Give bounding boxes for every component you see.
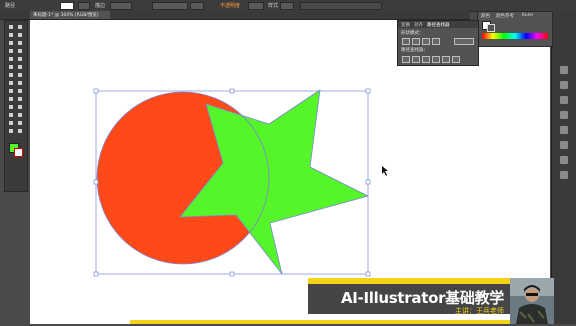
free-transform-tool-icon[interactable] [17, 80, 23, 86]
shape-builder-tool-icon[interactable] [8, 88, 14, 94]
tab-align[interactable]: 对齐 [414, 22, 423, 28]
eraser-tool-icon[interactable] [17, 64, 23, 70]
crop-button[interactable] [432, 56, 440, 63]
pathfinder-panel-header: 变换 对齐 路径查找器 [398, 21, 478, 28]
symbol-sprayer-tool-icon[interactable] [8, 112, 14, 118]
pencil-tool-icon[interactable] [17, 56, 23, 62]
close-icon[interactable]: × [33, 12, 108, 17]
swatches-panel-icon[interactable] [560, 66, 568, 74]
merge-button[interactable] [422, 56, 430, 63]
graphic-style-select[interactable] [280, 2, 294, 10]
toolbar-stroke-swatch[interactable] [14, 148, 23, 157]
line-tool-icon[interactable] [8, 48, 14, 54]
scale-tool-icon[interactable] [17, 72, 23, 78]
exclude-button[interactable] [432, 38, 440, 45]
pathfinders-label: 路径查找器： [401, 48, 428, 53]
fill-swatch[interactable] [60, 2, 74, 10]
tab-color[interactable]: 颜色 [481, 13, 490, 19]
minus-front-button[interactable] [412, 38, 420, 45]
symbols-panel-icon[interactable] [560, 96, 568, 104]
lasso-tool-icon[interactable] [17, 32, 23, 38]
appearance-panel-icon[interactable] [560, 156, 568, 164]
mesh-tool-icon[interactable] [8, 96, 14, 102]
path-label: 路径 [5, 3, 16, 9]
stroke-label: 描边 [95, 3, 106, 9]
brushes-panel-icon[interactable] [560, 81, 568, 89]
artboard-tool-icon[interactable] [8, 120, 14, 126]
rotate-tool-icon[interactable] [8, 72, 14, 78]
type-tool-icon[interactable] [17, 40, 23, 46]
tab-color-guide[interactable]: 颜色参考 [496, 13, 514, 19]
direct-selection-tool-icon[interactable] [17, 24, 23, 30]
divide-button[interactable] [402, 56, 410, 63]
perspective-grid-tool-icon[interactable] [17, 88, 23, 94]
eyedropper-tool-icon[interactable] [8, 104, 14, 110]
stroke-swatch[interactable] [78, 2, 90, 10]
column-graph-tool-icon[interactable] [17, 112, 23, 118]
blob-brush-tool-icon[interactable] [8, 64, 14, 70]
transparency-panel-icon[interactable] [560, 141, 568, 149]
stroke-weight-field[interactable] [110, 2, 132, 10]
banner-subtitle: 主讲：王兵老师 [455, 307, 504, 315]
hand-tool-icon[interactable] [8, 128, 14, 134]
tools-panel [4, 20, 28, 192]
rectangle-tool-icon[interactable] [17, 48, 23, 54]
tab-pathfinder[interactable]: 路径查找器 [427, 22, 450, 28]
right-panel-dock [551, 11, 576, 324]
style-label: 样式 [268, 3, 279, 9]
banner-title: AI-Illustrator基础教学 [340, 289, 504, 307]
expand-button[interactable] [454, 38, 474, 45]
zoom-tool-icon[interactable] [17, 128, 23, 134]
variable-width-profile-select[interactable] [152, 2, 188, 10]
slice-tool-icon[interactable] [17, 120, 23, 126]
width-tool-icon[interactable] [8, 80, 14, 86]
gradient-panel-icon[interactable] [560, 126, 568, 134]
pathfinder-panel: 变换 对齐 路径查找器 形状模式： 路径查找器： [397, 20, 479, 66]
gradient-tool-icon[interactable] [17, 96, 23, 102]
color-spectrum[interactable] [482, 33, 548, 39]
intersect-button[interactable] [422, 38, 430, 45]
stroke-color-swatch[interactable] [487, 24, 495, 32]
pen-tool-icon[interactable] [8, 40, 14, 46]
document-tab[interactable]: 未标题-1* @ 300% (RGB/预览) × [30, 11, 110, 19]
presenter-photo [510, 278, 554, 324]
opacity-field[interactable] [248, 2, 264, 10]
align-controls[interactable] [300, 2, 382, 10]
selection-tool-icon[interactable] [8, 24, 14, 30]
mouse-cursor-icon [382, 166, 388, 176]
tab-kuler[interactable]: Kuler [522, 13, 533, 18]
layers-panel-icon[interactable] [560, 171, 568, 179]
shape-modes-label: 形状模式： [401, 31, 424, 36]
blend-tool-icon[interactable] [17, 104, 23, 110]
brush-definition-select[interactable] [190, 2, 204, 10]
stroke-panel-icon[interactable] [560, 111, 568, 119]
tab-transform[interactable]: 变换 [401, 22, 410, 28]
banner-accent-bottom [130, 320, 510, 324]
unite-button[interactable] [402, 38, 410, 45]
minus-back-button[interactable] [452, 56, 460, 63]
color-panel: 颜色 颜色参考 Kuler [477, 11, 553, 47]
outline-button[interactable] [442, 56, 450, 63]
magic-wand-tool-icon[interactable] [8, 32, 14, 38]
opacity-label[interactable]: 不透明度 [220, 2, 240, 9]
trim-button[interactable] [412, 56, 420, 63]
paintbrush-tool-icon[interactable] [8, 56, 14, 62]
